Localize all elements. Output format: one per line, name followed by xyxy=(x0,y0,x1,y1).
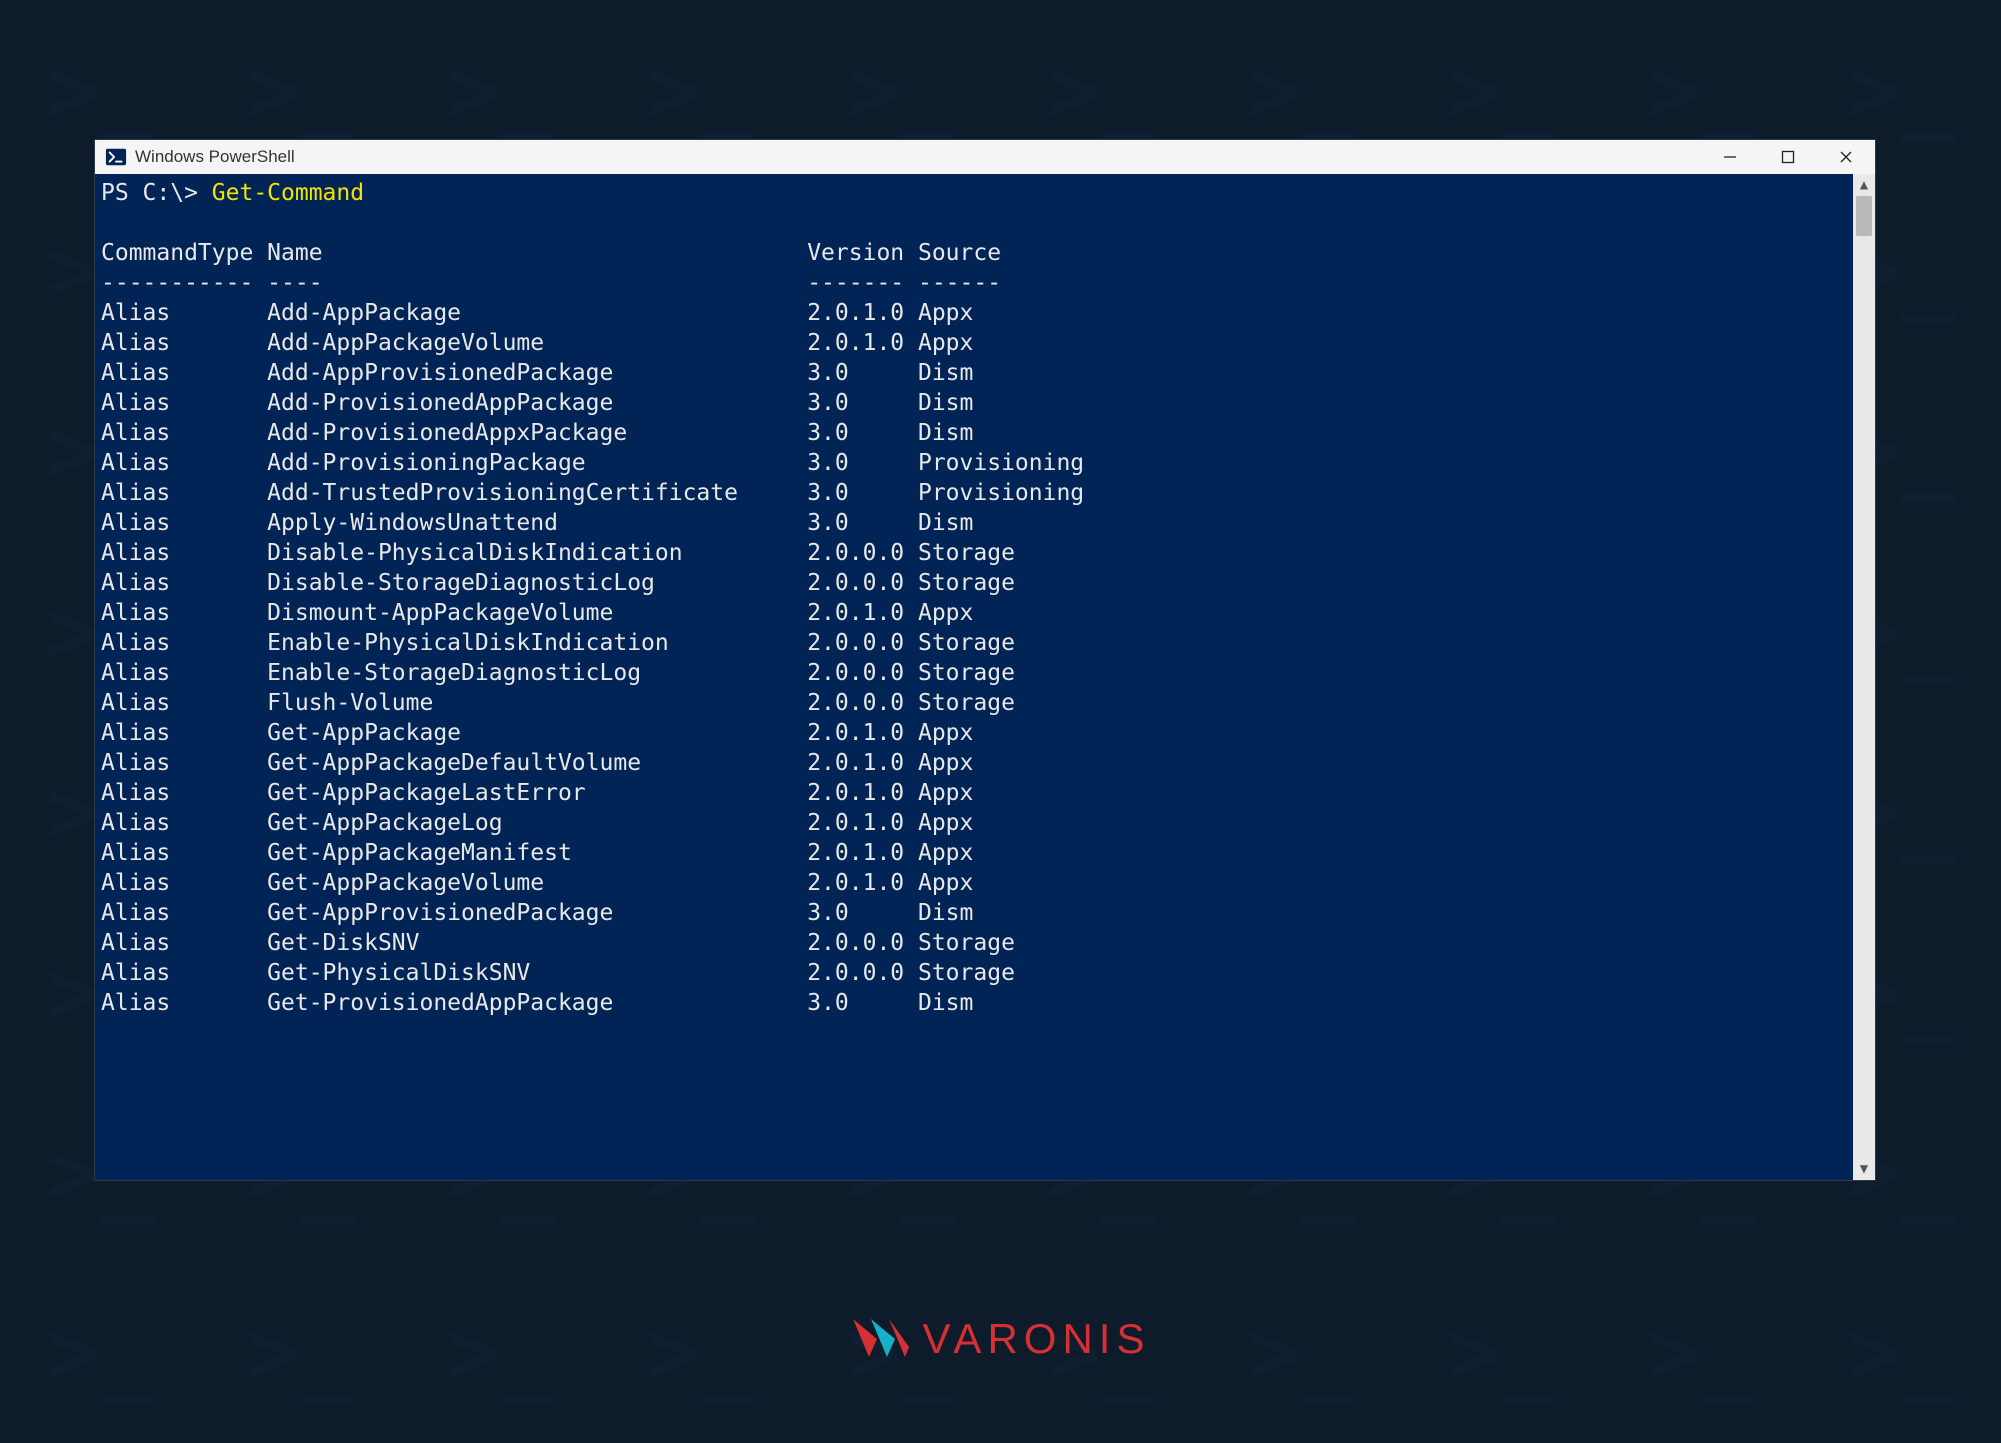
close-button[interactable] xyxy=(1817,140,1875,174)
maximize-button[interactable] xyxy=(1759,140,1817,174)
brand-name: VARONIS xyxy=(923,1315,1151,1363)
scroll-track[interactable] xyxy=(1853,196,1875,1158)
scroll-down-icon[interactable]: ▼ xyxy=(1853,1158,1875,1180)
scrollbar[interactable]: ▲ ▼ xyxy=(1853,174,1875,1180)
titlebar[interactable]: Windows PowerShell xyxy=(95,140,1875,175)
terminal-output[interactable]: PS C:\> Get-Command CommandType Name Ver… xyxy=(95,174,1875,1180)
scroll-up-icon[interactable]: ▲ xyxy=(1853,174,1875,196)
window-title: Windows PowerShell xyxy=(135,147,295,167)
scroll-thumb[interactable] xyxy=(1856,196,1872,236)
powershell-icon xyxy=(105,146,127,168)
varonis-mark-icon xyxy=(851,1317,911,1361)
minimize-button[interactable] xyxy=(1701,140,1759,174)
powershell-window: Windows PowerShell PS C:\> Get-Command C… xyxy=(95,140,1875,1180)
brand-logo: VARONIS xyxy=(0,1315,2001,1363)
